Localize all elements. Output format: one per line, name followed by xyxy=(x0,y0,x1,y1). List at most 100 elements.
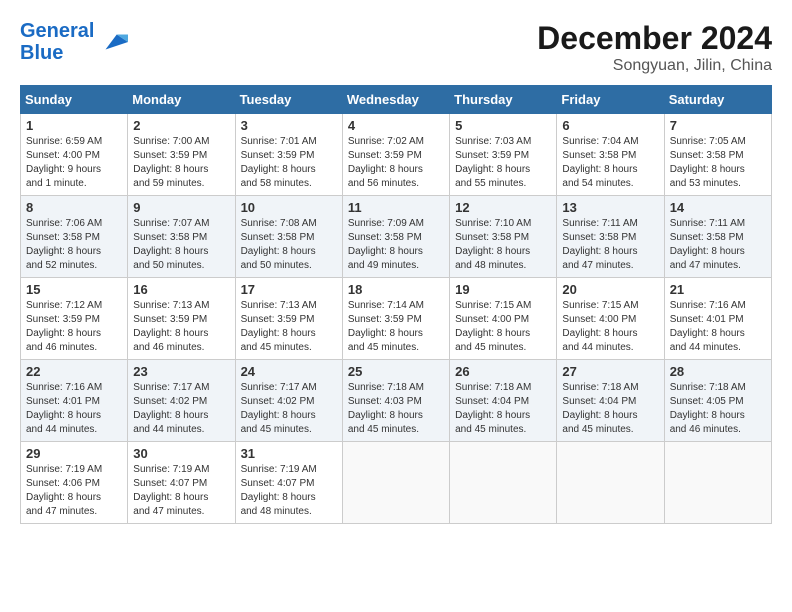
calendar-cell: 1Sunrise: 6:59 AM Sunset: 4:00 PM Daylig… xyxy=(21,114,128,196)
weekday-header-row: SundayMondayTuesdayWednesdayThursdayFrid… xyxy=(21,86,772,114)
day-number: 16 xyxy=(133,282,229,297)
calendar-cell: 23Sunrise: 7:17 AM Sunset: 4:02 PM Dayli… xyxy=(128,360,235,442)
day-number: 17 xyxy=(241,282,337,297)
day-info: Sunrise: 7:19 AM Sunset: 4:07 PM Dayligh… xyxy=(241,463,337,519)
logo-icon xyxy=(98,27,128,57)
calendar-cell: 22 Sunrise: 7:16 AM Sunset: 4:01 PM Dayli… xyxy=(21,360,128,442)
day-info: Sunrise: 7:09 AM Sunset: 3:58 PM Dayligh… xyxy=(348,217,444,273)
day-info: Sunrise: 7:17 AM Sunset: 4:02 PM Dayligh… xyxy=(133,381,229,437)
logo-line1: General xyxy=(20,20,94,42)
calendar-cell xyxy=(664,442,771,524)
day-info: Sunrise: 7:04 AM Sunset: 3:58 PM Dayligh… xyxy=(562,135,658,191)
day-number: 8 xyxy=(26,200,122,215)
calendar-cell: 19 Sunrise: 7:15 AM Sunset: 4:00 PM Dayli… xyxy=(450,278,557,360)
day-info: Sunrise: 7:15 AM Sunset: 4:00 PM Dayligh… xyxy=(562,299,658,355)
calendar-cell: 24 Sunrise: 7:17 AM Sunset: 4:02 PM Dayli… xyxy=(235,360,342,442)
day-info: Sunrise: 7:08 AM Sunset: 3:58 PM Dayligh… xyxy=(241,217,337,273)
weekday-header-monday: Monday xyxy=(128,86,235,114)
calendar-cell: 28 Sunrise: 7:18 AM Sunset: 4:05 PM Dayli… xyxy=(664,360,771,442)
day-number: 5 xyxy=(455,118,551,133)
day-info: Sunrise: 7:15 AM Sunset: 4:00 PM Dayligh… xyxy=(455,299,551,355)
weekday-header-friday: Friday xyxy=(557,86,664,114)
day-info: Sunrise: 7:11 AM Sunset: 3:58 PM Dayligh… xyxy=(562,217,658,273)
calendar-cell xyxy=(342,442,449,524)
day-info: Sunrise: 7:13 AM Sunset: 3:59 PM Dayligh… xyxy=(241,299,337,355)
day-info: Sunrise: 7:03 AM Sunset: 3:59 PM Dayligh… xyxy=(455,135,551,191)
day-info: Sunrise: 7:19 AM Sunset: 4:07 PM Dayligh… xyxy=(133,463,229,519)
calendar-cell: 12 Sunrise: 7:10 AM Sunset: 3:58 PM Dayli… xyxy=(450,196,557,278)
day-number: 24 xyxy=(241,364,337,379)
day-number: 13 xyxy=(562,200,658,215)
calendar-cell: 3 Sunrise: 7:01 AM Sunset: 3:59 PM Daylig… xyxy=(235,114,342,196)
day-number: 6 xyxy=(562,118,658,133)
day-number: 31 xyxy=(241,446,337,461)
week-row-5: 29 Sunrise: 7:19 AM Sunset: 4:06 PM Dayli… xyxy=(21,442,772,524)
calendar-cell: 8 Sunrise: 7:06 AM Sunset: 3:58 PM Daylig… xyxy=(21,196,128,278)
day-info: Sunrise: 7:19 AM Sunset: 4:06 PM Dayligh… xyxy=(26,463,122,519)
logo-text: General Blue xyxy=(20,20,94,64)
month-title: December 2024 xyxy=(537,20,772,57)
calendar-cell: 6 Sunrise: 7:04 AM Sunset: 3:58 PM Daylig… xyxy=(557,114,664,196)
week-row-2: 8 Sunrise: 7:06 AM Sunset: 3:58 PM Daylig… xyxy=(21,196,772,278)
calendar-table: SundayMondayTuesdayWednesdayThursdayFrid… xyxy=(20,85,772,524)
calendar-cell: 15 Sunrise: 7:12 AM Sunset: 3:59 PM Dayli… xyxy=(21,278,128,360)
calendar-cell: 26Sunrise: 7:18 AM Sunset: 4:04 PM Dayli… xyxy=(450,360,557,442)
weekday-header-saturday: Saturday xyxy=(664,86,771,114)
day-number: 14 xyxy=(670,200,766,215)
day-number: 29 xyxy=(26,446,122,461)
calendar-cell: 2Sunrise: 7:00 AM Sunset: 3:59 PM Daylig… xyxy=(128,114,235,196)
calendar-cell: 14 Sunrise: 7:11 AM Sunset: 3:58 PM Dayli… xyxy=(664,196,771,278)
day-number: 28 xyxy=(670,364,766,379)
week-row-4: 22 Sunrise: 7:16 AM Sunset: 4:01 PM Dayli… xyxy=(21,360,772,442)
day-number: 22 xyxy=(26,364,122,379)
calendar-cell xyxy=(557,442,664,524)
calendar-cell: 18 Sunrise: 7:14 AM Sunset: 3:59 PM Dayli… xyxy=(342,278,449,360)
calendar-cell: 4 Sunrise: 7:02 AM Sunset: 3:59 PM Daylig… xyxy=(342,114,449,196)
weekday-header-tuesday: Tuesday xyxy=(235,86,342,114)
location-subtitle: Songyuan, Jilin, China xyxy=(537,57,772,75)
day-info: Sunrise: 7:02 AM Sunset: 3:59 PM Dayligh… xyxy=(348,135,444,191)
day-info: Sunrise: 7:18 AM Sunset: 4:04 PM Dayligh… xyxy=(562,381,658,437)
day-number: 4 xyxy=(348,118,444,133)
weekday-header-wednesday: Wednesday xyxy=(342,86,449,114)
calendar-cell: 25Sunrise: 7:18 AM Sunset: 4:03 PM Dayli… xyxy=(342,360,449,442)
day-info: Sunrise: 7:14 AM Sunset: 3:59 PM Dayligh… xyxy=(348,299,444,355)
calendar-cell: 10 Sunrise: 7:08 AM Sunset: 3:58 PM Dayli… xyxy=(235,196,342,278)
day-info: Sunrise: 7:10 AM Sunset: 3:58 PM Dayligh… xyxy=(455,217,551,273)
calendar-cell: 30 Sunrise: 7:19 AM Sunset: 4:07 PM Dayli… xyxy=(128,442,235,524)
logo: General Blue xyxy=(20,20,128,64)
calendar-cell xyxy=(450,442,557,524)
day-info: Sunrise: 7:00 AM Sunset: 3:59 PM Dayligh… xyxy=(133,135,229,191)
calendar-cell: 27Sunrise: 7:18 AM Sunset: 4:04 PM Dayli… xyxy=(557,360,664,442)
day-number: 15 xyxy=(26,282,122,297)
day-info: Sunrise: 7:16 AM Sunset: 4:01 PM Dayligh… xyxy=(26,381,122,437)
day-number: 7 xyxy=(670,118,766,133)
day-number: 20 xyxy=(562,282,658,297)
day-number: 19 xyxy=(455,282,551,297)
day-info: Sunrise: 7:12 AM Sunset: 3:59 PM Dayligh… xyxy=(26,299,122,355)
day-info: Sunrise: 7:07 AM Sunset: 3:58 PM Dayligh… xyxy=(133,217,229,273)
day-info: Sunrise: 7:06 AM Sunset: 3:58 PM Dayligh… xyxy=(26,217,122,273)
day-info: Sunrise: 7:11 AM Sunset: 3:58 PM Dayligh… xyxy=(670,217,766,273)
calendar-cell: 13 Sunrise: 7:11 AM Sunset: 3:58 PM Dayli… xyxy=(557,196,664,278)
day-number: 12 xyxy=(455,200,551,215)
calendar-cell: 7 Sunrise: 7:05 AM Sunset: 3:58 PM Daylig… xyxy=(664,114,771,196)
day-number: 10 xyxy=(241,200,337,215)
calendar-cell: 17 Sunrise: 7:13 AM Sunset: 3:59 PM Dayli… xyxy=(235,278,342,360)
day-info: Sunrise: 7:17 AM Sunset: 4:02 PM Dayligh… xyxy=(241,381,337,437)
calendar-cell: 9Sunrise: 7:07 AM Sunset: 3:58 PM Daylig… xyxy=(128,196,235,278)
day-number: 18 xyxy=(348,282,444,297)
day-info: Sunrise: 7:05 AM Sunset: 3:58 PM Dayligh… xyxy=(670,135,766,191)
weekday-header-sunday: Sunday xyxy=(21,86,128,114)
day-number: 21 xyxy=(670,282,766,297)
day-info: Sunrise: 7:18 AM Sunset: 4:05 PM Dayligh… xyxy=(670,381,766,437)
page-header: General Blue December 2024 Songyuan, Jil… xyxy=(20,20,772,75)
day-number: 3 xyxy=(241,118,337,133)
day-number: 30 xyxy=(133,446,229,461)
day-info: Sunrise: 7:01 AM Sunset: 3:59 PM Dayligh… xyxy=(241,135,337,191)
day-number: 11 xyxy=(348,200,444,215)
calendar-cell: 31 Sunrise: 7:19 AM Sunset: 4:07 PM Dayli… xyxy=(235,442,342,524)
logo-line2: Blue xyxy=(20,42,63,64)
calendar-cell: 21Sunrise: 7:16 AM Sunset: 4:01 PM Dayli… xyxy=(664,278,771,360)
week-row-1: 1Sunrise: 6:59 AM Sunset: 4:00 PM Daylig… xyxy=(21,114,772,196)
